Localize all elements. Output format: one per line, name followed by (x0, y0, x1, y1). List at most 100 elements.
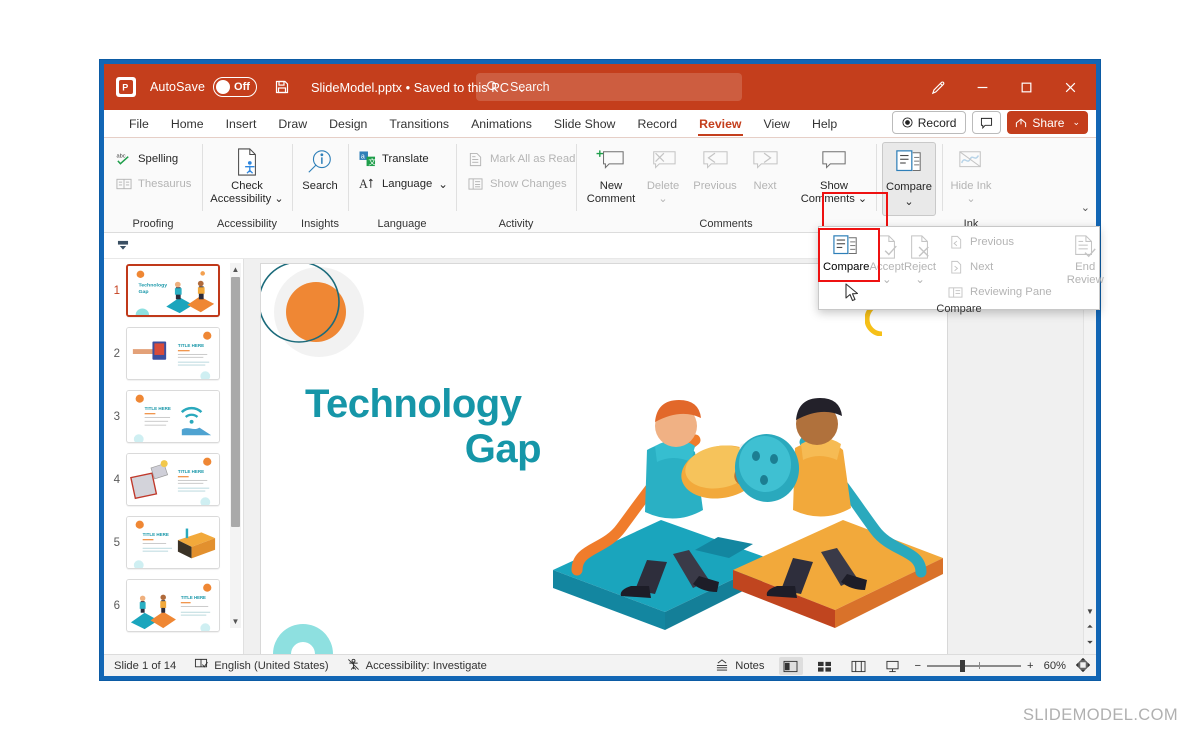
panel-reviewing-pane-button[interactable]: Reviewing Pane (942, 281, 1057, 303)
zoom-in-button[interactable]: + (1027, 660, 1034, 672)
tab-slide-show[interactable]: Slide Show (543, 111, 627, 137)
minimize-button[interactable] (960, 70, 1004, 104)
chevron-down-icon[interactable]: ⌄ (658, 193, 667, 205)
chevron-down-icon[interactable]: ⌄ (882, 274, 891, 287)
tab-file[interactable]: File (118, 111, 160, 137)
notes-button[interactable]: Notes (715, 658, 765, 674)
slide-sorter-button[interactable] (813, 657, 837, 675)
slide-thumbnails-pane[interactable]: 1 Technology Gap 2 TITLE HERE 3 TITLE HE… (104, 259, 244, 654)
slide-thumbnail-4[interactable]: TITLE HERE (126, 453, 220, 506)
canvas-scrollbar[interactable]: ▼ ⏶ ⏷ (1083, 259, 1096, 654)
slide-counter[interactable]: Slide 1 of 14 (114, 660, 176, 672)
zoom-slider-handle[interactable] (960, 660, 966, 673)
slide-thumbnail-3[interactable]: TITLE HERE (126, 390, 220, 443)
autosave-toggle[interactable]: Off (213, 77, 258, 97)
collapse-ribbon-button[interactable]: ⌄ (1081, 201, 1090, 214)
list-item[interactable]: 3 TITLE HERE (104, 385, 243, 448)
tab-insert[interactable]: Insert (215, 111, 268, 137)
list-item[interactable]: 6 TITLE HERE (104, 574, 243, 637)
language-status[interactable]: English (United States) (194, 658, 329, 674)
tab-animations[interactable]: Animations (460, 111, 543, 137)
scroll-down-double-arrow[interactable]: ⏷ (1084, 638, 1096, 648)
reading-view-button[interactable] (847, 657, 871, 675)
next-comment-button[interactable]: Next (744, 142, 786, 208)
chevron-down-icon[interactable]: ⌄ (1072, 117, 1080, 128)
check-accessibility-label: Check Accessibility ⌄ (208, 180, 286, 206)
zoom-level[interactable]: 60% (1044, 660, 1066, 672)
language-button[interactable]: A Language ⌄ (354, 173, 453, 195)
slide-canvas[interactable]: Technology Gap ▼ ⏶ ⏷ (244, 259, 1096, 654)
tab-draw[interactable]: Draw (267, 111, 318, 137)
panel-accept-button[interactable]: Accept ⌄ (869, 230, 904, 287)
list-item[interactable]: 4 TITLE HERE (104, 448, 243, 511)
tab-design[interactable]: Design (318, 111, 378, 137)
delete-comment-button[interactable]: Delete ⌄ (640, 142, 686, 208)
slide-thumbnail-2[interactable]: TITLE HERE (126, 327, 220, 380)
show-comments-button[interactable]: Show Comments ⌄ (798, 142, 870, 208)
mark-all-as-read-button[interactable]: Mark All as Read (462, 148, 580, 170)
comments-button[interactable] (972, 111, 1002, 134)
hide-ink-button[interactable]: Hide Ink ⌄ (948, 142, 994, 208)
thesaurus-button[interactable]: Thesaurus (110, 173, 196, 195)
zoom-control[interactable]: − + (915, 660, 1034, 673)
panel-compare-button[interactable]: Compare (818, 228, 880, 282)
zoom-out-button[interactable]: − (915, 660, 922, 672)
tab-review[interactable]: Review (688, 111, 752, 137)
tab-record[interactable]: Record (626, 111, 688, 137)
panel-reject-button[interactable]: Reject ⌄ (904, 230, 936, 287)
chevron-down-icon[interactable]: ⌄ (438, 178, 447, 191)
new-comment-button[interactable]: New Comment (582, 142, 640, 208)
list-item[interactable]: 1 Technology Gap (104, 259, 243, 322)
ribbon-group-proofing: abc Spelling Thesaurus Proofing (104, 138, 202, 233)
pen-icon[interactable] (916, 70, 960, 104)
scrollbar-thumb[interactable] (231, 277, 240, 527)
tab-transitions[interactable]: Transitions (378, 111, 460, 137)
chevron-down-icon[interactable]: ⌄ (274, 193, 283, 205)
list-item[interactable]: 2 TITLE HERE (104, 322, 243, 385)
share-button[interactable]: Share ⌄ (1007, 111, 1088, 134)
chevron-down-icon[interactable]: ⌄ (904, 196, 913, 209)
current-slide[interactable]: Technology Gap (260, 263, 948, 654)
svg-text:文: 文 (368, 157, 376, 167)
close-button[interactable] (1048, 70, 1092, 104)
scroll-down-arrow[interactable]: ▼ (230, 615, 241, 628)
tab-help[interactable]: Help (801, 111, 848, 137)
normal-view-button[interactable] (778, 657, 803, 675)
list-item[interactable]: 5 TITLE HERE (104, 511, 243, 574)
previous-slide-button[interactable]: ▼ (1084, 607, 1096, 616)
previous-comment-button[interactable]: Previous (686, 142, 744, 208)
thumbnails-scrollbar[interactable]: ▲ ▼ (230, 263, 241, 628)
show-comments-icon (819, 146, 849, 178)
panel-group-label: Compare (936, 303, 982, 315)
spelling-button[interactable]: abc Spelling (110, 148, 196, 170)
slideshow-button[interactable] (881, 657, 905, 675)
show-changes-button[interactable]: Show Changes (462, 173, 580, 195)
chevron-down-icon[interactable]: ⌄ (858, 193, 867, 205)
record-button[interactable]: Record (891, 111, 967, 134)
search-insights-button[interactable]: Search (298, 142, 342, 208)
chevron-down-icon[interactable]: ⌄ (966, 193, 975, 205)
ribbon-display-options-icon[interactable] (116, 239, 130, 253)
save-icon[interactable] (273, 78, 291, 96)
slide-thumbnail-1[interactable]: Technology Gap (126, 264, 220, 317)
slide-thumbnail-5[interactable]: TITLE HERE (126, 516, 220, 569)
accessibility-status[interactable]: Accessibility: Investigate (347, 658, 487, 674)
fit-to-window-icon[interactable] (1075, 657, 1091, 675)
zoom-slider-track[interactable] (927, 660, 1022, 673)
slide-thumbnail-6[interactable]: TITLE HERE (126, 579, 220, 632)
tab-view[interactable]: View (753, 111, 801, 137)
chevron-down-icon[interactable]: ⌄ (915, 274, 924, 287)
compare-button[interactable]: Compare ⌄ (882, 142, 936, 216)
scroll-up-arrow[interactable]: ▲ (230, 263, 241, 276)
maximize-button[interactable] (1004, 70, 1048, 104)
scroll-up-double-arrow[interactable]: ⏶ (1084, 622, 1096, 632)
thumbnail-number: 5 (113, 536, 120, 549)
search-input[interactable]: Search (476, 73, 742, 101)
panel-next-button[interactable]: Next (942, 256, 1057, 278)
notes-label: Notes (735, 660, 765, 672)
panel-end-review-button[interactable]: End Review (1067, 230, 1104, 287)
check-accessibility-button[interactable]: Check Accessibility ⌄ (208, 142, 286, 208)
panel-previous-button[interactable]: Previous (942, 231, 1057, 253)
translate-button[interactable]: a文 Translate (354, 148, 453, 170)
tab-home[interactable]: Home (160, 111, 215, 137)
